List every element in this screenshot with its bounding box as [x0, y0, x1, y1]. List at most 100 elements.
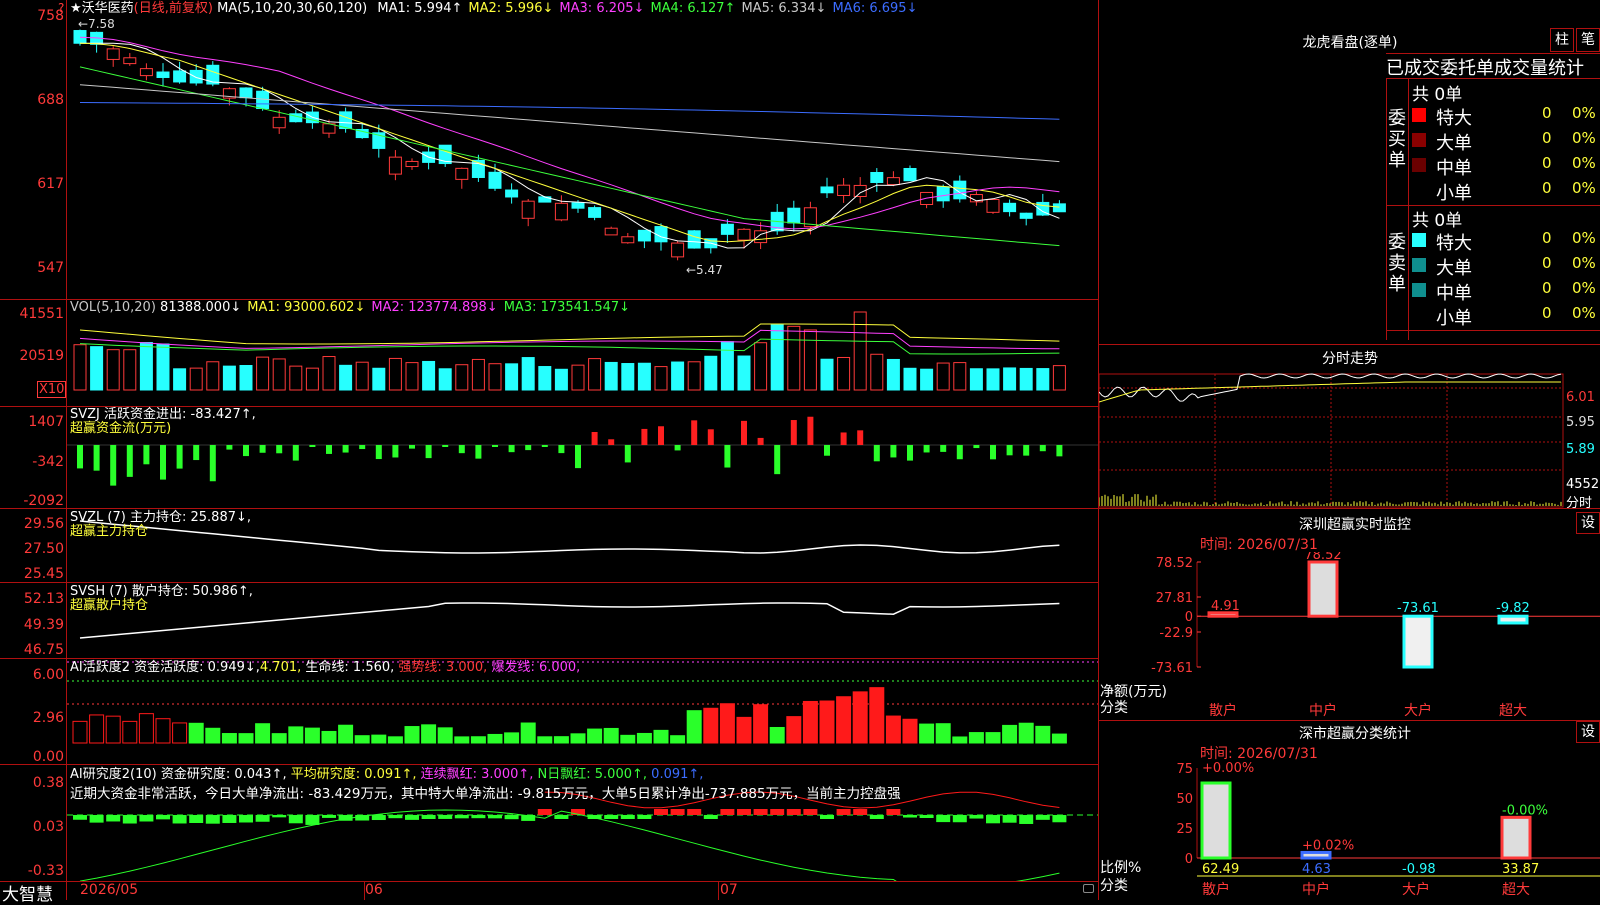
activity-bar [288, 726, 304, 744]
research-bar [189, 815, 204, 824]
ma5-value: MA5: 6.334↓ [741, 1, 827, 16]
y-tick: 547 [37, 260, 64, 276]
ai1-value2: 4.701, [259, 660, 302, 675]
intraday-chart[interactable] [1099, 372, 1564, 508]
activity-bar [122, 720, 138, 744]
candle [787, 207, 801, 224]
research-bar [405, 815, 419, 820]
x-tick-label: 06 [365, 882, 383, 898]
activity-bar [968, 732, 984, 744]
y-tick: -2092 [23, 493, 64, 509]
candle [239, 87, 253, 99]
stats-settings-button[interactable]: 设 [1576, 721, 1600, 743]
divider [1386, 330, 1600, 331]
fund-flow-bar [342, 445, 349, 453]
lock-icon[interactable] [1083, 884, 1094, 893]
bar-view-button[interactable]: 柱 [1550, 28, 1574, 52]
volume-bar [720, 341, 734, 391]
research-bar [1052, 815, 1067, 823]
candle [521, 200, 535, 219]
activity-bar [802, 700, 818, 744]
stats-chart[interactable]: 75 50 25 0 +0.00% 62.49 散户 +0.02% 4.63 中户 -0.98 大户 -… [1099, 760, 1600, 900]
research-bar [936, 815, 951, 823]
research-bar [122, 815, 137, 824]
y-tick: 46.75 [23, 642, 64, 658]
candle [1019, 212, 1033, 219]
stock-title[interactable]: ★沃华医药 [70, 1, 134, 16]
x-tick-label: 07 [720, 882, 738, 898]
activity-bar [404, 726, 420, 744]
ma2-value: MA2: 5.996↓ [468, 1, 554, 16]
candle [505, 189, 519, 198]
ai1-burst: 爆发线: 6.000, [491, 660, 581, 675]
stats-title: 深市超赢分类统计 [1299, 726, 1411, 742]
monitor-xlabel: 分类 [1100, 700, 1128, 716]
y-tick: 0.00 [32, 749, 64, 765]
fund-flow-bar [492, 445, 498, 447]
ma4-value: MA4: 6.127↑ [650, 1, 736, 16]
activity-bar [935, 723, 951, 744]
x-tick [718, 882, 719, 900]
research-bar [1035, 815, 1050, 820]
ai2-red: 连续飘红: 3.000↑, [420, 767, 534, 782]
intraday-title: 分时走势 [1322, 351, 1378, 367]
monitor-bar [1497, 614, 1529, 625]
avg-line [1099, 381, 1561, 403]
activity-bar [304, 727, 320, 744]
research-bar [969, 815, 984, 819]
intraday-vol: 4552 [1566, 477, 1600, 492]
volume-bar [754, 342, 768, 391]
research-bar [770, 809, 785, 815]
volume-bar [471, 358, 485, 391]
fund-flow-bar [442, 445, 449, 447]
order-count: 0 [1542, 129, 1552, 147]
volume-bar [1052, 365, 1066, 391]
order-count: 0 [1542, 279, 1552, 297]
candle [554, 202, 568, 221]
bar-label: -73.61 [1397, 601, 1439, 616]
fund-flow-bar [508, 445, 515, 453]
monitor-chart[interactable]: 78.52 27.81 0-22.9 -73.61 4.91 散户 78.52 中户 -73.6… [1099, 552, 1600, 720]
candlestick-chart[interactable] [67, 0, 1098, 299]
svzj-value: -83.427↑, [190, 407, 256, 422]
fund-flow-bar [176, 445, 183, 469]
order-row: 小单 0 0% [1412, 304, 1598, 329]
research-bar [255, 815, 270, 822]
fund-flow-bar [193, 445, 200, 461]
vol-unit-badge[interactable]: X10 [37, 381, 67, 398]
fund-flow-bar [292, 445, 299, 461]
order-pct: 0% [1572, 104, 1596, 122]
volume-bar [637, 362, 651, 391]
divider [0, 881, 1098, 882]
pen-view-button[interactable]: 笔 [1576, 28, 1600, 52]
y-tick: 27.81 [1156, 591, 1193, 606]
vol-ma2-value: MA2: 123774.898↓ [371, 300, 498, 315]
activity-bar [670, 735, 686, 744]
monitor-settings-button[interactable]: 设 [1576, 512, 1600, 534]
volume-bar [1003, 367, 1017, 391]
activity-bar [487, 733, 503, 744]
fund-flow-bar [873, 445, 880, 462]
activity-bar [155, 718, 171, 744]
candle [820, 186, 834, 194]
candle [488, 171, 502, 189]
candle [73, 30, 87, 44]
order-pct: 0% [1572, 179, 1596, 197]
x-tick-label: 2026/05 [80, 882, 139, 898]
color-swatch [1412, 108, 1426, 122]
category-label: 超大 [1502, 882, 1530, 898]
fund-flow-bar [824, 445, 830, 456]
research-bar [1002, 815, 1017, 823]
order-count: 0 [1542, 254, 1552, 272]
activity-bar [985, 732, 1001, 744]
activity-bar [919, 723, 935, 744]
candle [156, 71, 170, 78]
activity-bar [138, 713, 154, 744]
research-bar [703, 815, 718, 819]
fund-flow-bar [741, 420, 747, 445]
y-tick: 617 [37, 176, 64, 192]
research-bar [471, 815, 486, 819]
order-name: 中单 [1436, 283, 1472, 304]
research-bar [89, 815, 104, 823]
monitor-bar [1307, 560, 1339, 618]
